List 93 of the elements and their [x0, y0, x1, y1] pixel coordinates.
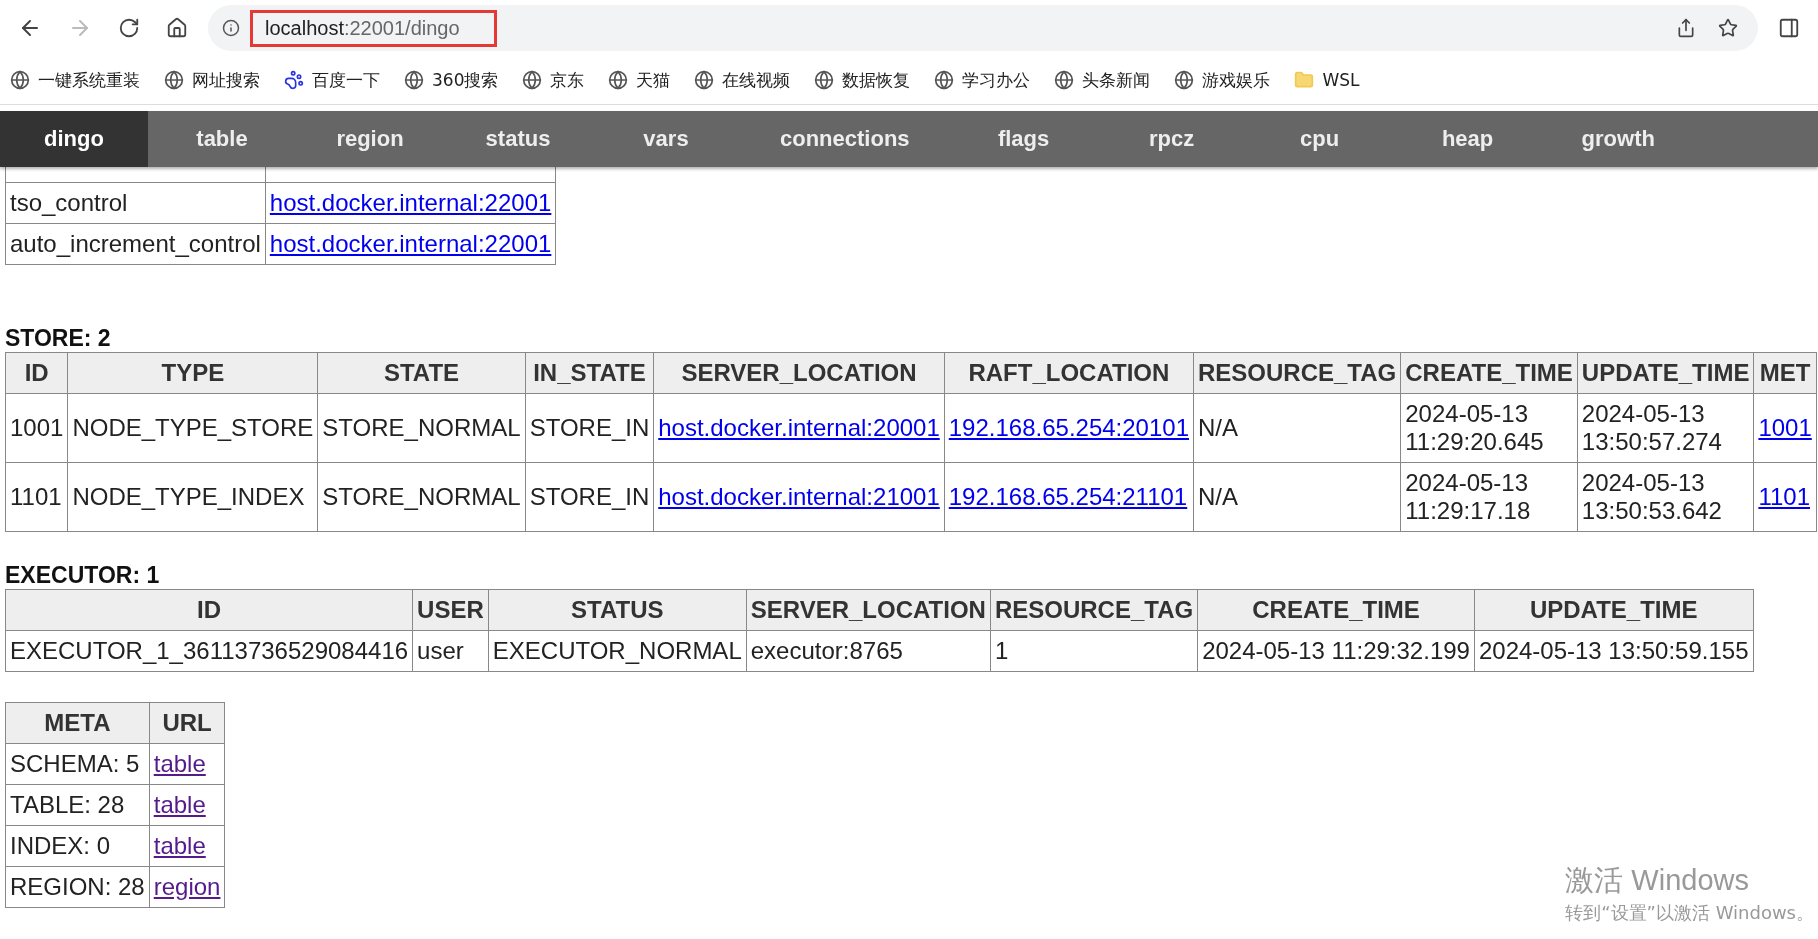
cell-text: REGION: 28: [10, 873, 145, 900]
url-text: localhost:22001/dingo: [265, 16, 460, 40]
globe-icon: [608, 70, 629, 90]
globe-icon: [522, 70, 543, 90]
column-header: MET: [1753, 352, 1817, 394]
column-header: CREATE_TIME: [1197, 589, 1475, 631]
cell-text: N/A: [1198, 414, 1238, 441]
cell-text: STORE_NORMAL: [322, 483, 521, 510]
cell-text: 1001: [10, 414, 64, 441]
column-header: USER: [412, 589, 489, 631]
globe-icon: [164, 70, 184, 90]
column-header: STATUS: [488, 589, 747, 631]
column-header: IN_STATE: [525, 352, 654, 394]
section-title: STORE: 2: [5, 325, 112, 352]
cell-text: 1101: [10, 483, 62, 510]
nav-tab[interactable]: dingo: [0, 111, 148, 167]
cell-text: STORE_NORMAL: [322, 414, 521, 441]
nav-tab[interactable]: cpu: [1245, 111, 1394, 167]
bookmark-item[interactable]: 一键系统重装: [10, 68, 140, 92]
address-bar[interactable]: localhost:22001/dingo: [208, 5, 1758, 51]
cell-text: 2024-05-13 13:50:53.642: [1581, 469, 1722, 524]
cell-text: EXECUTOR_NORMAL: [492, 637, 742, 664]
nav-tab[interactable]: heap: [1393, 111, 1542, 167]
globe-icon: [814, 70, 835, 90]
column-header: RESOURCE_TAG: [1193, 352, 1401, 394]
side-panel-icon: [1778, 17, 1800, 39]
nav-tab[interactable]: table: [148, 111, 296, 167]
cell-text: user: [417, 637, 464, 664]
cell-text: N/A: [1198, 483, 1238, 510]
column-header: ID: [5, 589, 413, 631]
cell-text: NODE_TYPE_STORE: [72, 414, 314, 441]
cell-text: INDEX: 0: [10, 832, 111, 859]
bookmark-item[interactable]: 京东: [522, 68, 585, 92]
bookmark-item[interactable]: WSL: [1294, 70, 1360, 90]
cell-text: executor:8765: [750, 637, 903, 664]
globe-icon: [10, 70, 30, 90]
cell-text: EXECUTOR_1_36113736529084416: [10, 637, 409, 664]
info-icon: [222, 19, 240, 37]
bookmark-item[interactable]: 360搜索: [404, 68, 499, 92]
cell-text: 2024-05-13 11:29:32.199: [1202, 637, 1470, 664]
bookmark-item[interactable]: 游戏娱乐: [1174, 68, 1271, 92]
column-header: SERVER_LOCATION: [653, 352, 945, 394]
star-icon: [1718, 18, 1738, 38]
cell-text: NODE_TYPE_INDEX: [72, 483, 305, 510]
bookmark-item[interactable]: 在线视频: [694, 68, 791, 92]
activation-hint: 转到“设置”以激活 Windows。: [1565, 901, 1814, 925]
globe-icon: [1174, 70, 1195, 90]
reload-icon: [118, 17, 140, 39]
bookmark-item[interactable]: 百度一下: [284, 68, 380, 92]
cell-text: 2024-05-13 11:29:20.645: [1405, 400, 1544, 455]
home-icon: [166, 17, 188, 39]
cell-text: TABLE: 28: [10, 791, 125, 818]
nav-tab[interactable]: status: [444, 111, 592, 167]
column-header: ID: [5, 352, 68, 394]
cell-text: 2024-05-13 13:50:57.274: [1581, 400, 1722, 455]
cell-text: tso_control: [10, 189, 128, 216]
column-header: CREATE_TIME: [1400, 352, 1578, 394]
column-header: URL: [149, 702, 225, 744]
column-header: META: [5, 702, 150, 744]
column-header: UPDATE_TIME: [1474, 589, 1753, 631]
globe-icon: [404, 70, 424, 90]
column-header: RAFT_LOCATION: [944, 352, 1194, 394]
globe-icon: [1054, 70, 1075, 90]
cell-text: auto_increment_control: [10, 230, 261, 257]
nav-tab[interactable]: vars: [592, 111, 740, 167]
nav-tab[interactable]: rpcz: [1097, 111, 1246, 167]
globe-icon: [694, 70, 715, 90]
bookmark-item[interactable]: 天猫: [608, 68, 671, 92]
paw-icon: [284, 70, 304, 90]
cell-text: 2024-05-13 13:50:59.155: [1478, 637, 1749, 664]
share-icon: [1676, 18, 1696, 38]
column-header: SERVER_LOCATION: [746, 589, 991, 631]
cell-text: STORE_IN: [529, 483, 650, 510]
column-header: STATE: [317, 352, 526, 394]
nav-tab[interactable]: growth: [1541, 111, 1695, 167]
column-header: RESOURCE_TAG: [990, 589, 1198, 631]
folder-icon: [1294, 70, 1315, 90]
cell-text: SCHEMA: 5: [10, 750, 140, 777]
bookmark-item[interactable]: 头条新闻: [1054, 68, 1151, 92]
nav-tab[interactable]: region: [296, 111, 444, 167]
column-header: UPDATE_TIME: [1577, 352, 1754, 394]
bookmark-item[interactable]: 数据恢复: [814, 68, 911, 92]
bookmark-item[interactable]: 网址搜索: [164, 68, 260, 92]
nav-tab[interactable]: connections: [740, 111, 950, 167]
globe-icon: [934, 70, 955, 90]
cell-text: 2024-05-13 11:29:17.18: [1405, 469, 1531, 524]
section-title: EXECUTOR: 1: [5, 562, 161, 589]
nav-tab[interactable]: flags: [949, 111, 1098, 167]
column-header: TYPE: [67, 352, 318, 394]
cell-text: 1: [994, 637, 1009, 664]
bookmark-item[interactable]: 学习办公: [934, 68, 1031, 92]
cell-text: STORE_IN: [529, 414, 650, 441]
activation-title: 激活 Windows: [1565, 863, 1750, 898]
